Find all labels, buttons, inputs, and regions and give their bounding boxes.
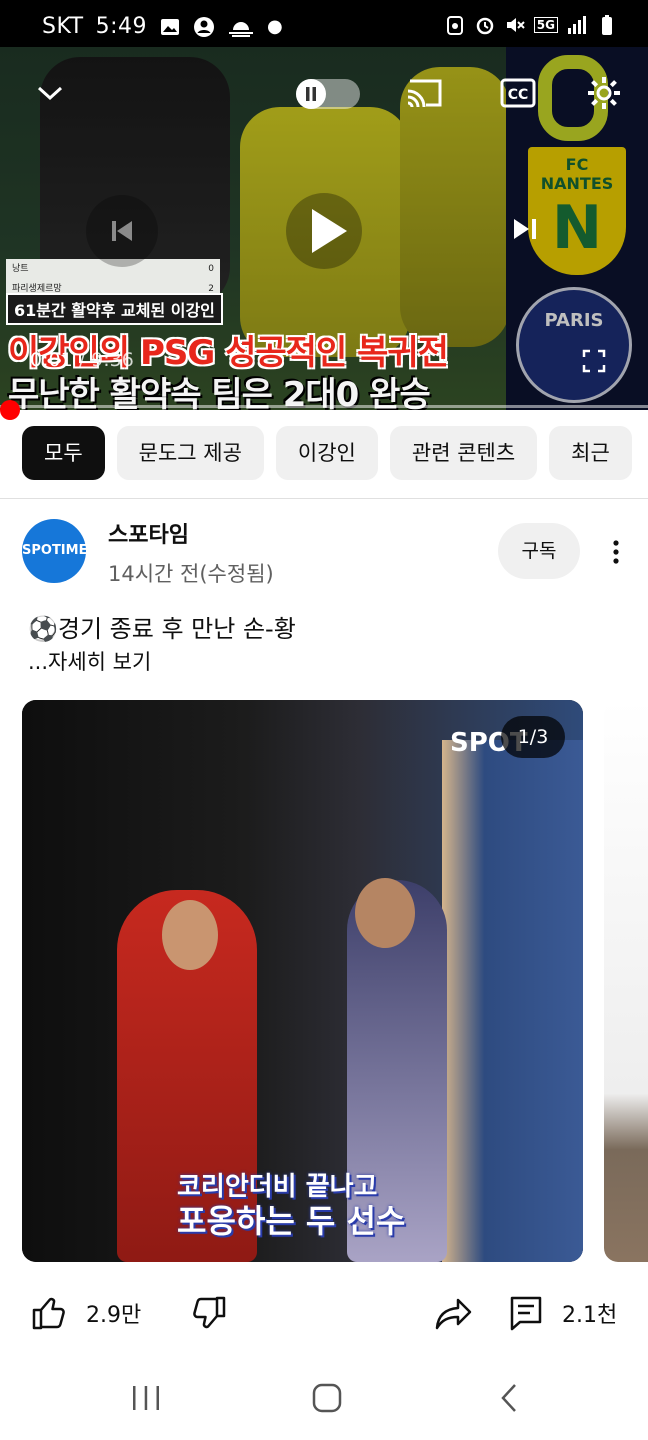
comments-button[interactable]: 2.1천: [508, 1290, 617, 1336]
play-button[interactable]: [286, 193, 362, 269]
account-icon: [194, 16, 215, 37]
read-more-link[interactable]: ...자세히 보기: [28, 646, 151, 676]
signal-icon: [568, 16, 586, 34]
svg-text:CC: CC: [508, 87, 529, 103]
previous-button[interactable]: [86, 195, 158, 267]
subscribe-button[interactable]: 구독: [498, 523, 580, 579]
alarm-icon: [476, 17, 494, 35]
filter-chips: 모두 문도그 제공 이강인 관련 콘텐츠 최근: [22, 426, 632, 480]
chip-provider[interactable]: 문도그 제공: [116, 426, 264, 480]
carrier: SKT: [42, 14, 84, 39]
image-counter-badge: 1/3: [501, 716, 565, 758]
gear-icon[interactable]: [586, 75, 622, 111]
lock-app-icon: [446, 16, 463, 35]
chip-lee-kangin[interactable]: 이강인: [275, 426, 378, 480]
chevron-down-icon[interactable]: [36, 83, 64, 103]
chip-recent[interactable]: 최근: [549, 426, 632, 480]
play-icon: [312, 209, 347, 253]
chip-all[interactable]: 모두: [22, 426, 105, 480]
video-player[interactable]: FC NANTES N PARIS 낭트 0 파리생제르망 2 61분간 활약후 교…: [0, 47, 648, 410]
thumbs-up-icon: [32, 1297, 65, 1330]
pause-icon: [306, 87, 316, 101]
battery-icon: [602, 15, 612, 35]
share-icon: [435, 1298, 472, 1330]
network-type: 5G: [533, 17, 558, 33]
autoplay-knob: [296, 79, 326, 109]
recent-apps-icon[interactable]: [130, 1380, 162, 1416]
captions-icon[interactable]: CC: [500, 77, 536, 109]
person-purple-head: [355, 878, 415, 948]
autoplay-toggle[interactable]: [296, 79, 360, 109]
gallery-icon: [161, 18, 180, 35]
mute-icon: [506, 18, 525, 32]
chip-related[interactable]: 관련 콘텐츠: [389, 426, 538, 480]
skip-next-icon: [514, 219, 536, 239]
channel-name[interactable]: 스포타임: [108, 517, 189, 549]
skip-previous-icon: [112, 221, 132, 241]
comment-icon: [510, 1296, 542, 1331]
time-readout: 0:01 / 9:36: [30, 349, 134, 371]
person-red-head: [162, 900, 218, 970]
system-nav-bar: [0, 1360, 648, 1440]
sunrise-icon: [229, 21, 254, 37]
post-image[interactable]: SPOT 1/3 코리안더비 끝나고 포옹하는 두 선수: [22, 700, 583, 1262]
more-options-icon[interactable]: [604, 538, 628, 568]
cast-icon[interactable]: [406, 77, 444, 109]
fullscreen-icon[interactable]: [582, 349, 606, 373]
share-button[interactable]: [434, 1290, 474, 1336]
clock: 5:49: [95, 14, 148, 39]
post-actions: 2.9만 2.1천: [0, 1290, 648, 1340]
image-caption-2: 포옹하는 두 선수: [177, 1202, 406, 1240]
progress-bar[interactable]: [0, 400, 648, 420]
thumbs-down-icon: [193, 1296, 226, 1329]
progress-scrubber[interactable]: [0, 400, 20, 420]
dislike-button[interactable]: [190, 1290, 228, 1336]
back-icon[interactable]: [494, 1380, 524, 1416]
notification-dot-icon: ●: [267, 16, 284, 37]
thumbnail-subtitle: 61분간 활약후 교체된 이강인: [6, 293, 223, 325]
progress-track: [0, 405, 648, 408]
like-count: 2.9만: [86, 1303, 142, 1328]
comment-count: 2.1천: [562, 1303, 618, 1328]
next-post-image[interactable]: [604, 700, 648, 1262]
like-button[interactable]: 2.9만: [30, 1290, 141, 1336]
post-image-door: [442, 740, 583, 1262]
home-icon[interactable]: [308, 1380, 346, 1416]
post-text: ⚽경기 종료 후 만난 손-황: [28, 615, 296, 643]
next-button[interactable]: [490, 193, 562, 265]
divider: [0, 498, 648, 499]
avatar[interactable]: SPOTIME: [22, 519, 87, 583]
post-meta: 14시간 전(수정됨): [108, 562, 274, 586]
